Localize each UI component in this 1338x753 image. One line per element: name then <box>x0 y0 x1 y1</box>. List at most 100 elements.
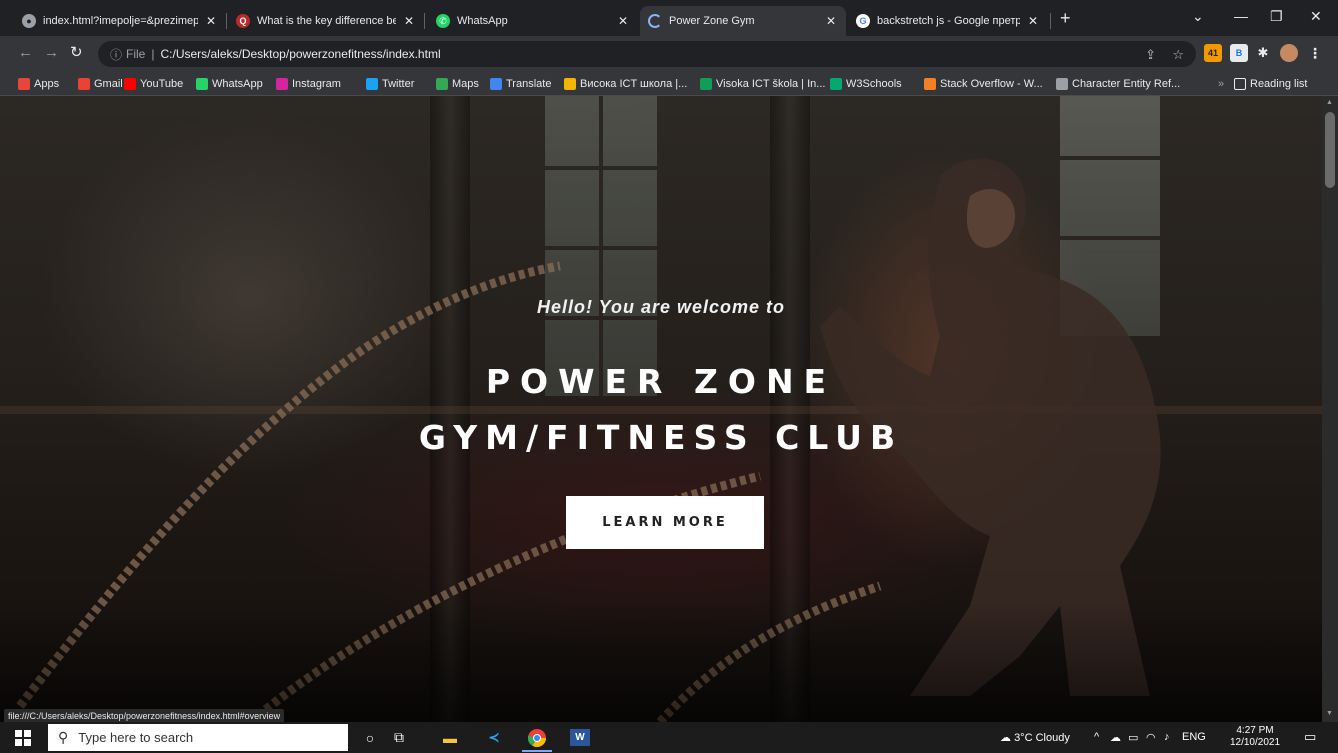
tab-whatsapp[interactable]: ✆ WhatsApp ✕ <box>428 6 638 36</box>
scrollbar-thumb[interactable] <box>1325 112 1335 188</box>
bookmark-label: Maps <box>452 78 479 90</box>
bookmark-item[interactable]: Translate <box>490 76 551 92</box>
tray-chevron-icon[interactable]: ^ <box>1094 731 1099 743</box>
tab-separator <box>226 13 227 29</box>
address-scheme: File <box>126 47 146 61</box>
bookmark-label: Character Entity Ref... <box>1072 78 1181 90</box>
browser-toolbar: ← → ↻ ⓘ File | C:/Users/aleks/Desktop/po… <box>0 36 1338 72</box>
hero-title-line-1: POWER ZONE <box>485 362 837 401</box>
bookmark-item[interactable]: Instagram <box>276 76 341 92</box>
floor-shadow <box>0 602 1322 722</box>
bookmark-favicon-icon <box>1056 78 1068 90</box>
onedrive-icon[interactable]: ☁ <box>1110 731 1121 744</box>
bookmark-favicon-icon <box>436 78 448 90</box>
bookmark-item[interactable]: W3Schools <box>830 76 902 92</box>
address-separator: | <box>151 47 155 61</box>
bookmark-item[interactable]: Gmail <box>78 76 123 92</box>
windows-start-icon[interactable] <box>14 729 32 746</box>
loading-icon <box>648 14 662 28</box>
bookmarks-bar: Character Entity Ref... Stack Overflow - … <box>0 72 1338 96</box>
windows-taskbar: ⚲ Type here to search ○ ⧉ ▬ ≺ W ☁ 3°C Cl… <box>0 722 1338 753</box>
cortana-icon[interactable]: ○ <box>362 729 378 746</box>
reading-list-label: Reading list <box>1250 78 1308 90</box>
address-bar[interactable]: ⓘ File | C:/Users/aleks/Desktop/powerzon… <box>98 41 1196 67</box>
search-icon: ⚲ <box>58 729 69 745</box>
bookmark-label: Instagram <box>292 78 341 90</box>
restore-icon[interactable]: ❐ <box>1270 9 1283 23</box>
bookmark-item[interactable]: Stack Overflow - W... <box>924 76 1043 92</box>
share-icon[interactable]: ⇪ <box>1145 47 1156 63</box>
learn-more-button[interactable]: LEARN MORE <box>566 496 764 549</box>
forward-icon[interactable]: → <box>44 45 59 60</box>
back-icon[interactable]: ← <box>18 45 33 60</box>
word-icon[interactable]: W <box>570 729 590 746</box>
tab-title: Power Zone Gym <box>669 15 755 27</box>
bookmark-item[interactable]: Visoka ICT škola | In... <box>700 76 825 92</box>
taskbar-clock[interactable]: 4:27 PM 12/10/2021 <box>1228 725 1282 749</box>
rss-extension-icon[interactable]: 41 <box>1204 44 1222 62</box>
scroll-up-arrow[interactable]: ▲ <box>1326 99 1333 106</box>
hero-greeting: Hello! You are welcome to <box>536 297 786 317</box>
bookmark-favicon-icon <box>924 78 936 90</box>
bookmark-item[interactable]: Twitter <box>366 76 414 92</box>
minimize-icon[interactable]: — <box>1234 9 1248 23</box>
extensions-puzzle-icon[interactable]: ✱ <box>1254 44 1272 62</box>
bookmark-star-icon[interactable]: ☆ <box>1172 47 1184 63</box>
close-window-icon[interactable]: ✕ <box>1310 9 1322 23</box>
volume-icon[interactable]: ♪ <box>1164 731 1170 743</box>
battery-icon[interactable]: ▭ <box>1128 731 1138 744</box>
bookmark-label: Apps <box>34 78 60 90</box>
bookmark-item[interactable]: Висока ICT школа |... <box>564 76 687 92</box>
close-icon[interactable]: ✕ <box>204 14 218 28</box>
reading-list[interactable]: Reading list <box>1234 76 1307 92</box>
address-url[interactable]: C:/Users/aleks/Desktop/powerzonefitness/… <box>160 47 440 61</box>
bookmarks-overflow[interactable]: » <box>1218 76 1224 92</box>
bookmark-label: YouTube <box>140 78 184 90</box>
chrome-icon[interactable] <box>526 728 548 747</box>
tab-power-zone-gym[interactable]: Power Zone Gym ✕ <box>640 6 846 36</box>
close-icon[interactable]: ✕ <box>402 14 416 28</box>
menu-kebab-icon[interactable]: ⋮ <box>1306 44 1324 62</box>
reload-icon[interactable]: ↻ <box>70 45 83 60</box>
tab-title: index.html?imepolje=&prezimep <box>43 15 198 27</box>
b-extension-icon[interactable]: B <box>1230 44 1248 62</box>
tab-index[interactable]: ● index.html?imepolje=&prezimep ✕ <box>14 6 226 36</box>
bookmark-label: Visoka ICT škola | In... <box>716 78 826 90</box>
tab-search-icon[interactable]: ⌄ <box>1192 9 1204 23</box>
wifi-icon[interactable]: ◠ <box>1146 731 1156 744</box>
bookmark-favicon-icon <box>78 78 90 90</box>
bookmark-item[interactable]: Maps <box>436 76 479 92</box>
close-icon[interactable]: ✕ <box>616 14 630 28</box>
notifications-icon[interactable]: ▭ <box>1304 729 1316 745</box>
bookmark-favicon-icon <box>700 78 712 90</box>
tab-google-search[interactable]: G backstretch js - Google претрага ✕ <box>848 6 1048 36</box>
task-view-icon[interactable]: ⧉ <box>390 729 408 746</box>
bookmark-item[interactable]: Character Entity Ref... <box>1056 76 1180 92</box>
page-viewport: Hello! You are welcome to POWER ZONE GYM… <box>0 96 1322 722</box>
tab-strip: ● index.html?imepolje=&prezimep ✕ Q What… <box>0 0 1338 36</box>
whatsapp-icon: ✆ <box>436 14 450 28</box>
info-icon[interactable]: ⓘ <box>110 46 122 63</box>
scrollbar-track[interactable] <box>1322 96 1338 722</box>
reading-list-icon <box>1234 78 1246 90</box>
close-icon[interactable]: ✕ <box>824 14 838 28</box>
bookmark-favicon-icon <box>18 78 30 90</box>
bookmark-item[interactable]: Apps <box>18 76 59 92</box>
new-tab-button[interactable]: + <box>1060 9 1071 27</box>
profile-avatar[interactable] <box>1280 44 1298 62</box>
bookmark-item[interactable]: YouTube <box>124 76 183 92</box>
language-indicator[interactable]: ENG <box>1182 731 1206 743</box>
weather-widget[interactable]: ☁ 3°C Cloudy <box>1000 731 1070 744</box>
tab-quora[interactable]: Q What is the key difference betwe ✕ <box>228 6 424 36</box>
bookmark-item[interactable]: WhatsApp <box>196 76 263 92</box>
cloud-icon: ☁ <box>1000 732 1011 744</box>
scroll-down-arrow[interactable]: ▼ <box>1326 710 1333 717</box>
bookmark-label: Gmail <box>94 78 123 90</box>
file-explorer-icon[interactable]: ▬ <box>440 729 460 746</box>
taskbar-search-input[interactable]: ⚲ Type here to search <box>48 724 348 751</box>
status-url: file:///C:/Users/aleks/Desktop/powerzone… <box>4 709 285 723</box>
bookmark-label: Translate <box>506 78 552 90</box>
close-icon[interactable]: ✕ <box>1026 14 1040 28</box>
vscode-icon[interactable]: ≺ <box>484 729 504 746</box>
bookmark-favicon-icon <box>196 78 208 90</box>
